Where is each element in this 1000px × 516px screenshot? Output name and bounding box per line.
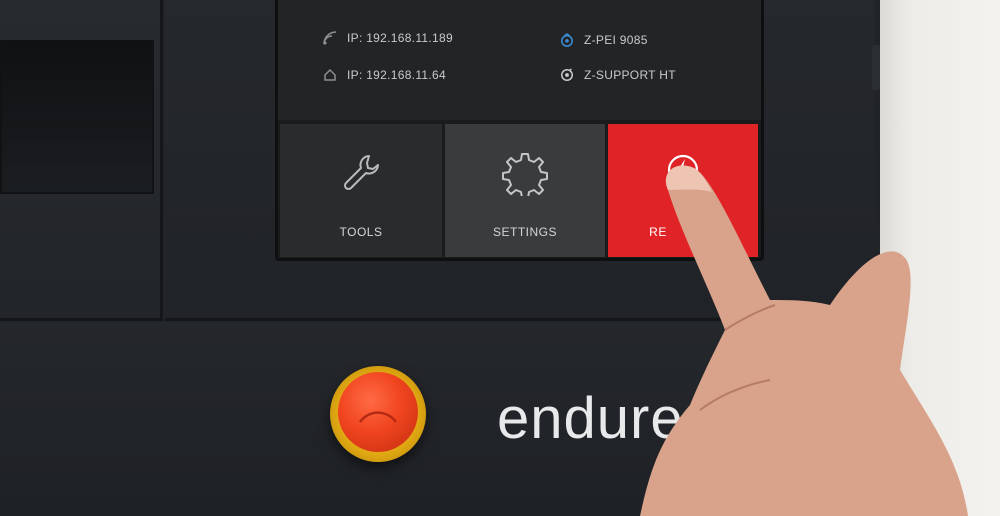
gear-icon [502, 150, 548, 199]
power-bolt-icon [663, 150, 703, 193]
home-network-icon [323, 68, 337, 82]
printer-cabinet: IP: 192.168.11.189 IP: 192.168.11.64 Z-P… [0, 0, 880, 516]
wifi-icon [323, 31, 337, 45]
support-icon [560, 68, 574, 82]
door-window-slot [0, 40, 154, 194]
emergency-stop-cap [338, 372, 418, 452]
wifi-ip-row: IP: 192.168.11.189 [323, 31, 453, 45]
lan-ip-text: IP: 192.168.11.64 [347, 68, 446, 82]
brand-logo-text: endure [497, 386, 684, 451]
support-row: Z-SUPPORT HT [560, 68, 676, 82]
background-wall [872, 0, 1000, 516]
tools-label: TOOLS [339, 225, 383, 239]
restart-label: RE [649, 225, 667, 239]
lan-ip-row: IP: 192.168.11.64 [323, 68, 446, 82]
side-latch [872, 45, 880, 90]
support-status-text: Z-SUPPORT HT [584, 68, 676, 82]
emergency-stop-button[interactable] [330, 366, 426, 462]
printer-id-row: Z-PEI 9085 [560, 33, 648, 47]
left-door-panel [0, 0, 163, 321]
touchscreen: IP: 192.168.11.189 IP: 192.168.11.64 Z-P… [275, 0, 764, 261]
settings-button[interactable]: SETTINGS [445, 124, 605, 257]
tools-button[interactable]: TOOLS [280, 124, 442, 257]
status-info-panel: IP: 192.168.11.189 IP: 192.168.11.64 Z-P… [278, 0, 761, 120]
settings-label: SETTINGS [492, 225, 557, 239]
lower-front-panel [0, 322, 880, 516]
wrench-icon [339, 150, 383, 197]
printer-status-icon [560, 33, 574, 47]
restart-button[interactable]: RE [608, 124, 758, 257]
printer-id-text: Z-PEI 9085 [584, 33, 648, 47]
wifi-ip-text: IP: 192.168.11.189 [347, 31, 453, 45]
